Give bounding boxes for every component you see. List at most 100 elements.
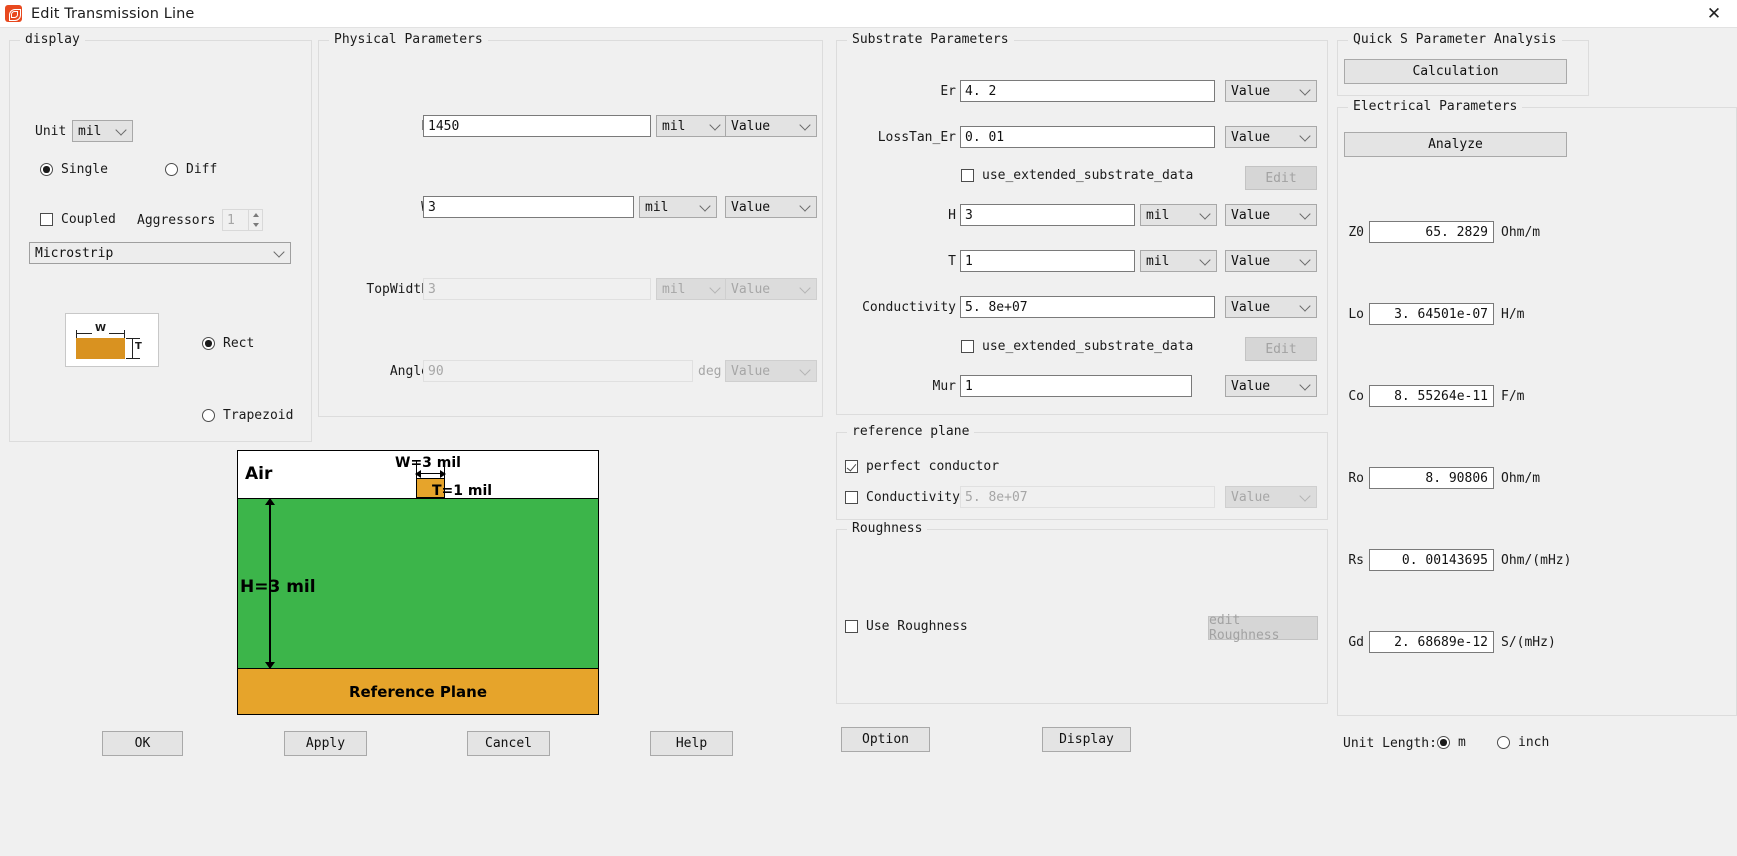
radio-unit-m[interactable]: m <box>1437 735 1466 750</box>
substrate-input-h[interactable]: 3 <box>960 204 1135 226</box>
physical-row-label-angle: Angle <box>389 364 429 379</box>
physical-mode-angle: Value <box>725 360 817 382</box>
radio-single[interactable]: Single <box>40 162 108 177</box>
close-icon[interactable]: ✕ <box>1691 0 1737 28</box>
checkbox-reference-conductivity[interactable]: Conductivity <box>845 490 960 505</box>
preview-tick-left <box>76 330 77 338</box>
substrate-input-losstan[interactable]: 0. 01 <box>960 126 1215 148</box>
stepper-arrows[interactable] <box>248 210 262 230</box>
substrate-mode-conductivity-value: Value <box>1231 299 1271 315</box>
preview-thickness-label: T <box>135 341 142 352</box>
physical-unit-topwidth: mil <box>656 278 727 300</box>
roughness-legend: Roughness <box>847 521 928 536</box>
chevron-down-icon <box>1299 379 1311 391</box>
chevron-down-icon <box>273 246 285 258</box>
aggressors-stepper[interactable]: 1 <box>222 209 263 231</box>
electrical-value-co[interactable]: 8. 55264e-11 <box>1369 385 1494 407</box>
checkbox-coupled[interactable]: Coupled <box>40 212 116 227</box>
display-button[interactable]: Display <box>1042 727 1131 752</box>
physical-angle-suffix: deg <box>698 364 722 379</box>
physical-input-L[interactable]: 1450 <box>423 115 651 137</box>
edit-roughness-label: edit Roughness <box>1209 613 1280 643</box>
substrate-input-losstan-value: 0. 01 <box>965 129 1005 145</box>
substrate-group-legend: Substrate Parameters <box>847 32 1014 47</box>
electrical-value-co-text: 8. 55264e-11 <box>1394 388 1488 404</box>
option-button[interactable]: Option <box>841 727 930 752</box>
chevron-down-icon <box>799 364 811 376</box>
physical-mode-L[interactable]: Value <box>725 115 817 137</box>
substrate-mode-mur[interactable]: Value <box>1225 375 1317 397</box>
checkbox-use-extended-substrate-data-2[interactable]: use_extended_substrate_data <box>961 339 1193 354</box>
electrical-legend: Electrical Parameters <box>1348 99 1523 114</box>
electrical-value-rs[interactable]: 0. 00143695 <box>1369 549 1494 571</box>
line-type-select[interactable]: Microstrip <box>29 242 291 264</box>
checkbox-use-roughness[interactable]: Use Roughness <box>845 619 968 634</box>
electrical-value-ro[interactable]: 8. 90806 <box>1369 467 1494 489</box>
diagram-height-label: H=3 mil <box>240 577 316 597</box>
analyze-button-label: Analyze <box>1428 137 1483 152</box>
substrate-mode-h[interactable]: Value <box>1225 204 1317 226</box>
substrate-label-h: H <box>948 208 956 223</box>
analyze-button[interactable]: Analyze <box>1344 132 1567 157</box>
checkbox-use-roughness-box <box>845 620 858 633</box>
chevron-down-icon <box>1299 490 1311 502</box>
physical-mode-W[interactable]: Value <box>725 196 817 218</box>
cancel-button[interactable]: Cancel <box>467 731 550 756</box>
substrate-input-er[interactable]: 4. 2 <box>960 80 1215 102</box>
checkbox-reference-conductivity-box <box>845 491 858 504</box>
electrical-value-lo[interactable]: 3. 64501e-07 <box>1369 303 1494 325</box>
substrate-input-t[interactable]: 1 <box>960 250 1135 272</box>
aggressors-value: 1 <box>227 212 235 228</box>
electrical-unit-z0: Ohm/m <box>1501 225 1541 240</box>
ok-button[interactable]: OK <box>102 731 183 756</box>
physical-row-label-W: W <box>339 200 429 215</box>
stepper-down-icon[interactable] <box>249 220 262 230</box>
calculation-button-label: Calculation <box>1412 64 1499 79</box>
physical-unit-L[interactable]: mil <box>656 115 727 137</box>
checkbox-perfect-conductor[interactable]: perfect conductor <box>845 459 999 474</box>
help-button-label: Help <box>675 736 708 751</box>
calculation-button[interactable]: Calculation <box>1344 59 1567 84</box>
ok-button-label: OK <box>134 736 151 751</box>
help-button[interactable]: Help <box>650 731 733 756</box>
chevron-down-icon <box>1299 130 1311 142</box>
electrical-value-gd[interactable]: 2. 68689e-12 <box>1369 631 1494 653</box>
cross-section-diagram: Air W=3 mil T=1 mil H=3 mil Reference Pl… <box>237 450 599 715</box>
physical-unit-L-value: mil <box>662 118 686 134</box>
checkbox-ext2-label: use_extended_substrate_data <box>982 339 1194 354</box>
physical-unit-W[interactable]: mil <box>639 196 717 218</box>
substrate-unit-t[interactable]: mil <box>1140 250 1217 272</box>
substrate-unit-h[interactable]: mil <box>1140 204 1217 226</box>
substrate-label-er: Er <box>940 84 956 99</box>
chevron-down-icon <box>699 200 711 212</box>
aggressors-label: Aggressors <box>137 213 216 228</box>
unit-select[interactable]: mil <box>72 120 133 142</box>
apply-button[interactable]: Apply <box>284 731 367 756</box>
display-group-legend: display <box>20 32 85 47</box>
substrate-input-conductivity[interactable]: 5. 8e+07 <box>960 296 1215 318</box>
radio-unit-inch[interactable]: inch <box>1497 735 1549 750</box>
radio-unit-inch-label: inch <box>1518 735 1550 750</box>
roughness-group: Roughness Use Roughness edit Roughness <box>836 521 1328 704</box>
electrical-label-ro: Ro <box>1348 471 1364 486</box>
checkbox-use-extended-substrate-data-1[interactable]: use_extended_substrate_data <box>961 168 1193 183</box>
electrical-unit-ro: Ohm/m <box>1501 471 1541 486</box>
electrical-value-z0[interactable]: 65. 2829 <box>1369 221 1494 243</box>
diagram-reference-plane-layer: Reference Plane <box>238 669 598 714</box>
substrate-input-mur[interactable]: 1 <box>960 375 1192 397</box>
chevron-down-icon <box>799 200 811 212</box>
substrate-parameters-group: Substrate Parameters Er 4. 2 Value LossT… <box>836 32 1328 415</box>
electrical-label-gd: Gd <box>1348 635 1364 650</box>
radio-diff[interactable]: Diff <box>165 162 217 177</box>
substrate-mode-er[interactable]: Value <box>1225 80 1317 102</box>
radio-trapezoid[interactable]: Trapezoid <box>202 408 293 423</box>
physical-input-W[interactable]: 3 <box>423 196 634 218</box>
stepper-up-icon[interactable] <box>249 210 262 220</box>
radio-rect[interactable]: Rect <box>202 336 254 351</box>
substrate-mode-t[interactable]: Value <box>1225 250 1317 272</box>
substrate-mode-losstan[interactable]: Value <box>1225 126 1317 148</box>
physical-row-label-topwidth: TopWidth <box>366 282 429 297</box>
physical-mode-topwidth-value: Value <box>731 281 771 297</box>
substrate-mode-conductivity[interactable]: Value <box>1225 296 1317 318</box>
radio-trapezoid-dot <box>202 409 215 422</box>
